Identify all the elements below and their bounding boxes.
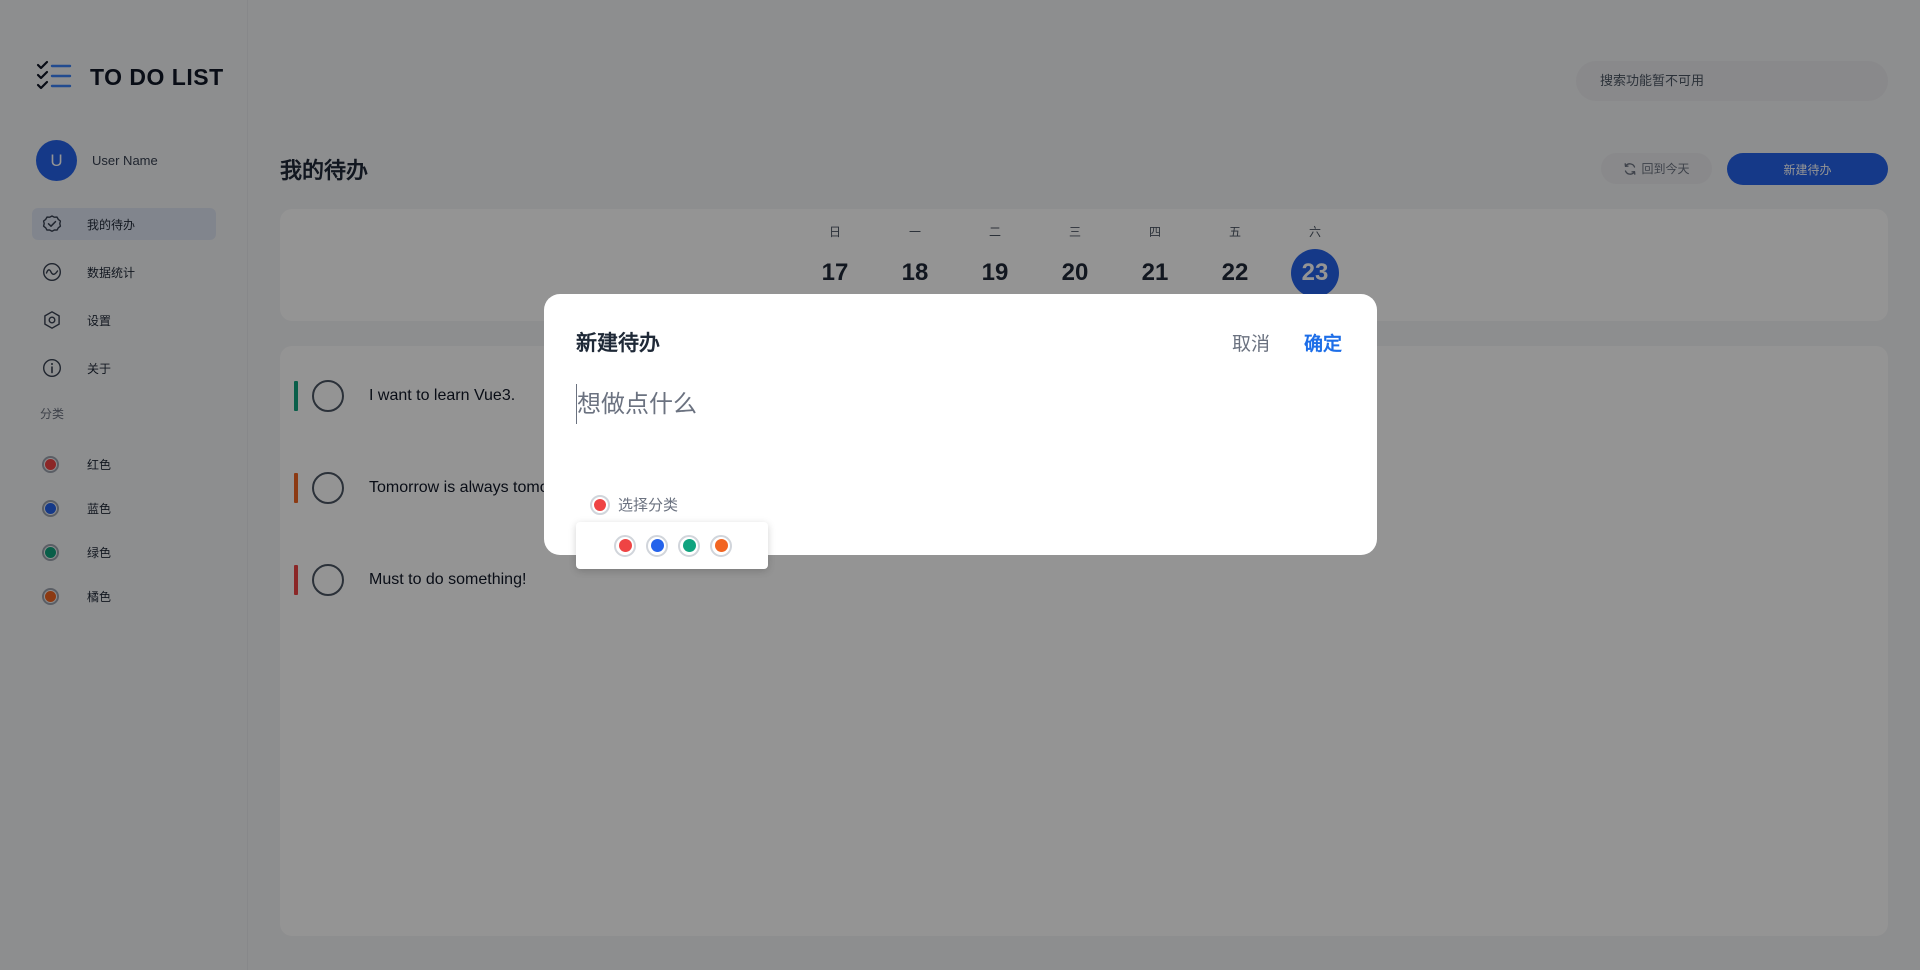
color-option-blue[interactable] [646, 534, 668, 557]
color-option-green[interactable] [678, 534, 700, 557]
color-option-red[interactable] [614, 534, 636, 557]
color-option-orange[interactable] [710, 534, 732, 557]
dialog-title: 新建待办 [576, 331, 660, 355]
category-select-label: 选择分类 [618, 496, 679, 514]
cancel-button[interactable]: 取消 [1232, 329, 1270, 356]
selected-red-dot-icon [590, 494, 610, 515]
todo-input[interactable] [576, 384, 1336, 424]
new-todo-dialog: 新建待办 取消 确定 选择分类 [544, 294, 1377, 555]
confirm-button[interactable]: 确定 [1304, 329, 1342, 356]
category-select[interactable]: 选择分类 [582, 494, 678, 515]
color-picker-popover [576, 522, 768, 569]
